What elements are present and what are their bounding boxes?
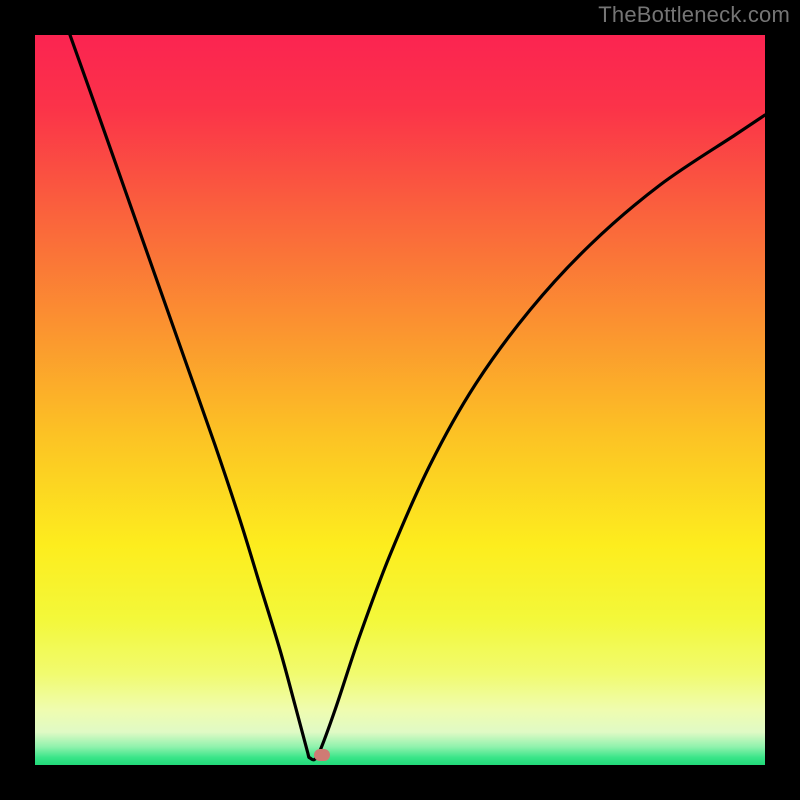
optimal-point-marker: [314, 749, 330, 761]
chart-frame: TheBottleneck.com: [0, 0, 800, 800]
plot-area: [35, 35, 765, 765]
watermark-text: TheBottleneck.com: [598, 2, 790, 28]
bottleneck-curve: [35, 35, 765, 765]
